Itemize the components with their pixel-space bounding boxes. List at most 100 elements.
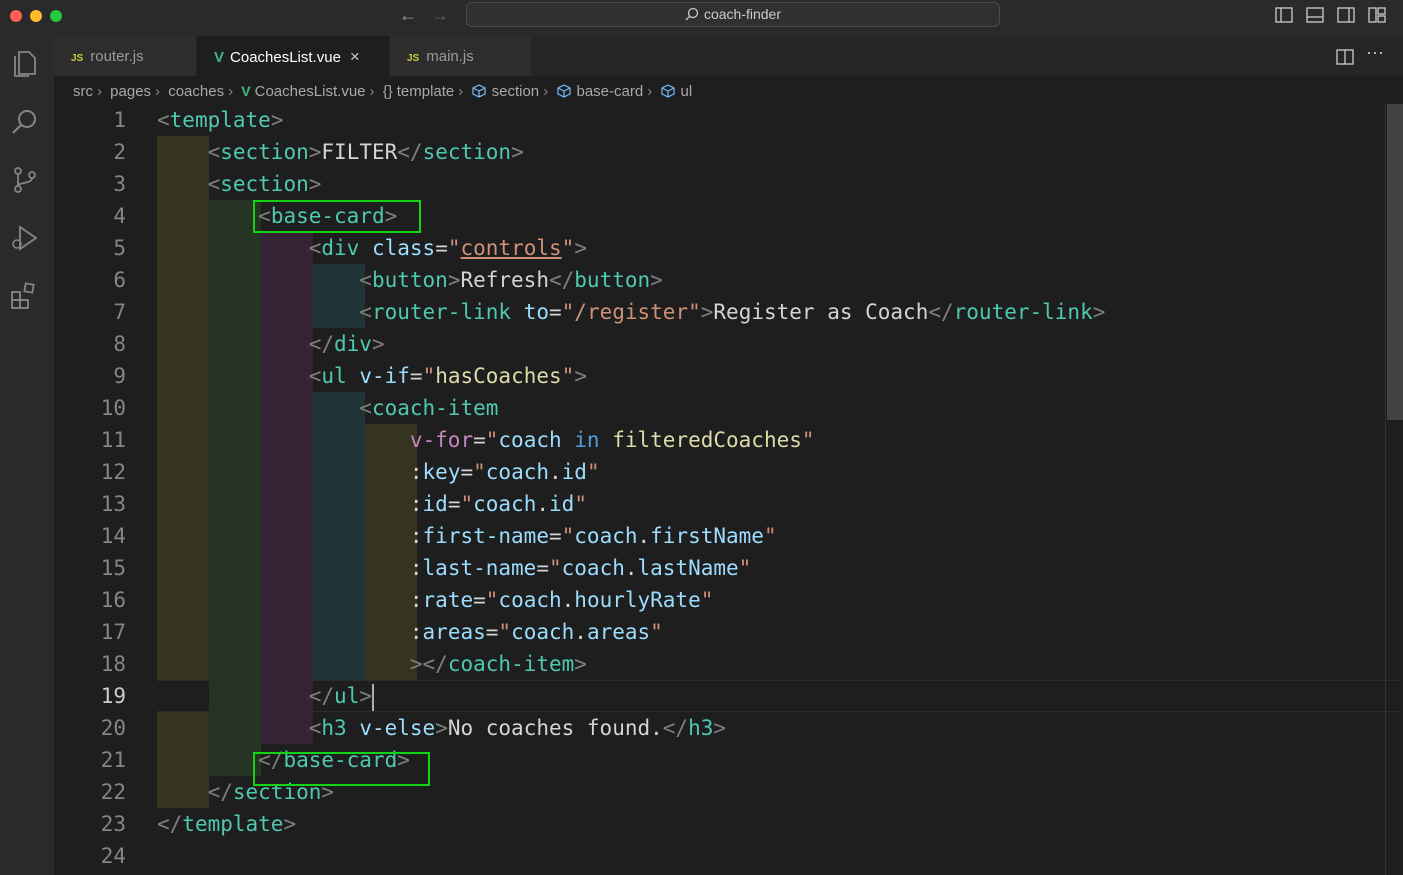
run-debug-icon[interactable]: [9, 222, 41, 254]
line-number: 24: [100, 844, 126, 868]
toggle-panel-icon[interactable]: [1306, 6, 1324, 24]
vue-file-icon: V: [241, 83, 251, 99]
line-number: 9: [113, 364, 126, 388]
line-code: <template>: [157, 108, 284, 132]
code-line[interactable]: 17 :areas="coach.areas": [54, 616, 1384, 648]
code-line[interactable]: 8 </div>: [54, 328, 1384, 360]
line-number: 23: [100, 812, 126, 836]
command-center-search[interactable]: coach-finder: [466, 2, 1000, 27]
scrollbar-thumb[interactable]: [1387, 104, 1403, 420]
line-number: 19: [100, 684, 126, 708]
tab-label: main.js: [426, 48, 474, 65]
line-number: 15: [100, 556, 126, 580]
line-number: 17: [100, 620, 126, 644]
code-line[interactable]: 18 ></coach-item>: [54, 648, 1384, 680]
code-line[interactable]: 24: [54, 840, 1384, 872]
title-bar: ← → coach-finder: [0, 0, 1403, 37]
cube-icon: [472, 84, 487, 98]
line-code: :areas="coach.areas": [409, 620, 663, 644]
breadcrumb-item-pages[interactable]: pages: [110, 83, 151, 100]
close-window-button[interactable]: [10, 10, 22, 22]
split-editor-icon[interactable]: [1336, 48, 1354, 66]
breadcrumb-item-template[interactable]: template: [397, 83, 455, 100]
code-line[interactable]: 23 </template>: [54, 808, 1384, 840]
line-code: ></coach-item>: [409, 652, 587, 676]
line-number: 2: [113, 140, 126, 164]
template-icon: {}: [382, 83, 393, 100]
line-code: </div>: [308, 332, 385, 356]
highlight-box-close-tag: [253, 752, 430, 786]
code-line[interactable]: 1 <template>: [54, 104, 1384, 136]
cube-icon: [661, 84, 675, 98]
line-code: :first-name="coach.firstName": [409, 524, 777, 548]
vertical-scrollbar[interactable]: [1385, 104, 1403, 875]
breadcrumb-item-coaches[interactable]: coaches: [168, 83, 224, 100]
line-number: 16: [100, 588, 126, 612]
line-code: <div class="controls">: [308, 236, 587, 260]
code-line[interactable]: 13 :id="coach.id": [54, 488, 1384, 520]
tab-router-js[interactable]: JS router.js: [54, 36, 197, 76]
javascript-file-icon: JS: [407, 53, 420, 64]
close-tab-icon[interactable]: ×: [350, 47, 360, 66]
line-code: :last-name="coach.lastName": [409, 556, 752, 580]
code-line[interactable]: 6 <button>Refresh</button>: [54, 264, 1384, 296]
line-number: 13: [100, 492, 126, 516]
code-line[interactable]: 7 <router-link to="/register">Register a…: [54, 296, 1384, 328]
code-line[interactable]: 20 <h3 v-else>No coaches found.</h3>: [54, 712, 1384, 744]
line-code: :id="coach.id": [409, 492, 587, 516]
line-code: :rate="coach.hourlyRate": [409, 588, 714, 612]
line-code: <section>FILTER</section>: [207, 140, 524, 164]
breadcrumb-item-base-card[interactable]: base-card: [576, 83, 643, 100]
line-number: 8: [113, 332, 126, 356]
line-code: v-for="coach in filteredCoaches": [409, 428, 815, 452]
line-number: 11: [100, 428, 126, 452]
line-number: 10: [100, 396, 126, 420]
breadcrumb-item-ul[interactable]: ul: [681, 83, 693, 100]
maximize-window-button[interactable]: [50, 10, 62, 22]
editor-tabs: JS router.js V CoachesList.vue × JS main.js …: [54, 36, 1403, 76]
code-line[interactable]: 3 <section>: [54, 168, 1384, 200]
search-icon[interactable]: [9, 106, 41, 138]
breadcrumb-item-file[interactable]: CoachesList.vue: [255, 83, 366, 100]
line-number: 22: [100, 780, 126, 804]
tab-main-js[interactable]: JS main.js: [390, 36, 532, 76]
line-code: <button>Refresh</button>: [359, 268, 663, 292]
code-line[interactable]: 9 <ul v-if="hasCoaches">: [54, 360, 1384, 392]
breadcrumb-item-section[interactable]: section: [492, 83, 540, 100]
search-icon: [685, 7, 699, 21]
code-line[interactable]: 10 <coach-item: [54, 392, 1384, 424]
more-actions-icon[interactable]: ···: [1366, 42, 1384, 63]
toggle-secondary-sidebar-icon[interactable]: [1337, 6, 1355, 24]
customize-layout-icon[interactable]: [1368, 6, 1386, 24]
code-line[interactable]: 14 :first-name="coach.firstName": [54, 520, 1384, 552]
line-number: 3: [113, 172, 126, 196]
explorer-icon[interactable]: [9, 48, 41, 80]
breadcrumb-item-src[interactable]: src: [73, 83, 93, 100]
text-cursor: [371, 683, 374, 711]
line-number: 14: [100, 524, 126, 548]
breadcrumb: src › pages › coaches › V CoachesList.vue › {…: [73, 83, 693, 100]
line-number: 5: [113, 236, 126, 260]
code-line[interactable]: 2 <section>FILTER</section>: [54, 136, 1384, 168]
toggle-primary-sidebar-icon[interactable]: [1275, 6, 1293, 24]
source-control-icon[interactable]: [9, 164, 41, 196]
cube-icon: [557, 84, 571, 98]
vue-file-icon: V: [214, 49, 225, 66]
code-line[interactable]: 11 v-for="coach in filteredCoaches": [54, 424, 1384, 456]
window-title: coach-finder: [703, 6, 782, 22]
code-line[interactable]: 15 :last-name="coach.lastName": [54, 552, 1384, 584]
minimize-window-button[interactable]: [30, 10, 42, 22]
code-line[interactable]: 12 :key="coach.id": [54, 456, 1384, 488]
activity-bar: [0, 36, 54, 875]
tab-coacheslist-vue[interactable]: V CoachesList.vue ×: [197, 36, 390, 76]
line-code: <section>: [207, 172, 322, 196]
code-editor[interactable]: 1 <template> 2 <section>FILTER</section>…: [54, 104, 1403, 875]
code-line[interactable]: 5 <div class="controls">: [54, 232, 1384, 264]
back-arrow-icon[interactable]: ←: [399, 5, 417, 26]
forward-arrow-icon[interactable]: →: [431, 5, 449, 26]
tab-label: CoachesList.vue: [230, 49, 341, 66]
extensions-icon[interactable]: [9, 280, 41, 312]
code-line[interactable]: 16 :rate="coach.hourlyRate": [54, 584, 1384, 616]
javascript-file-icon: JS: [71, 53, 84, 64]
code-line[interactable]: 19 </ul>: [54, 680, 1399, 712]
